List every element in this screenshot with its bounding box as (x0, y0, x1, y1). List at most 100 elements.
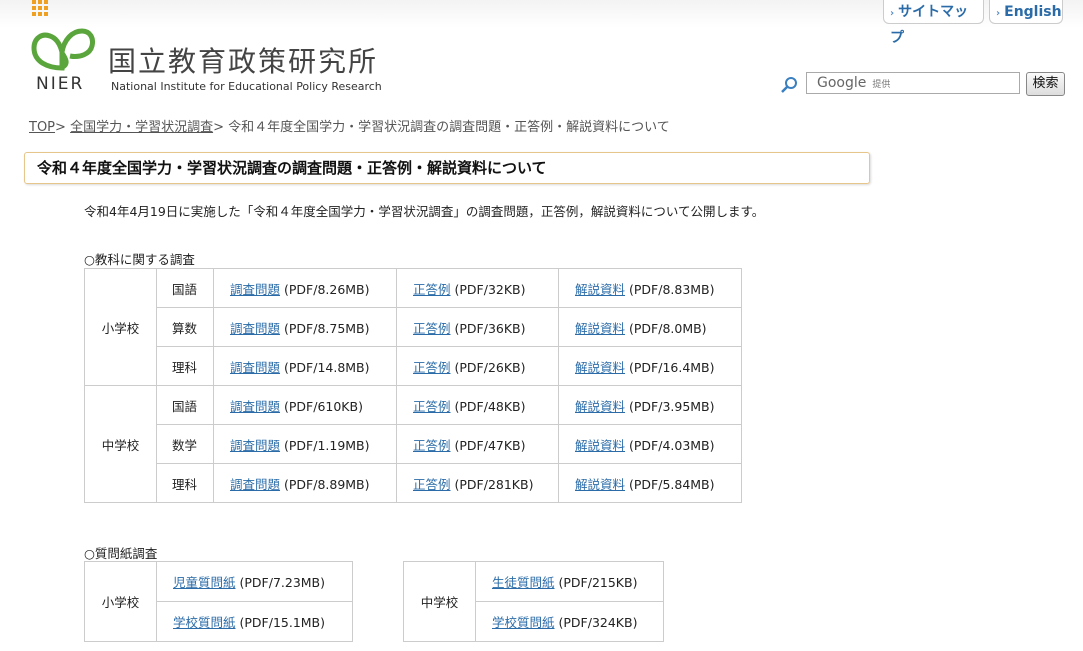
file-size: (PDF/16.4MB) (629, 359, 715, 375)
problem-cell: 調査問題 (PDF/610KB) (213, 385, 397, 425)
breadcrumb-current: 令和４年度全国学力・学習状況調査の調査問題・正答例・解説資料について (228, 120, 670, 135)
search-icon (781, 77, 797, 93)
answer-cell: 正答例 (PDF/36KB) (396, 307, 559, 347)
file-size: (PDF/8.75MB) (284, 320, 370, 336)
chevron-right-icon: › (890, 8, 895, 19)
file-size: (PDF/8.26MB) (284, 281, 370, 297)
commentary-link[interactable]: 解説資料 (575, 282, 625, 297)
answer-link[interactable]: 正答例 (413, 282, 451, 297)
answer-cell: 正答例 (PDF/32KB) (396, 268, 559, 308)
commentary-link[interactable]: 解説資料 (575, 477, 625, 492)
problem-cell: 調査問題 (PDF/8.75MB) (213, 307, 397, 347)
file-size: (PDF/47KB) (454, 437, 526, 453)
org-name-ja[interactable]: 国立教育政策研究所 (108, 40, 378, 80)
questionnaire-link[interactable]: 学校質問紙 (492, 615, 555, 630)
table-row: 小学校 児童質問紙 (PDF/7.23MB) (84, 561, 353, 642)
breadcrumb-survey-link[interactable]: 全国学力・学習状況調査 (70, 120, 213, 135)
questionnaire-section-title: ○質問紙調査 (84, 546, 158, 561)
file-size: (PDF/15.1MB) (239, 615, 326, 630)
commentary-link[interactable]: 解説資料 (575, 360, 625, 375)
file-size: (PDF/14.8MB) (284, 359, 370, 375)
file-size: (PDF/8.0MB) (629, 320, 707, 336)
answer-cell: 正答例 (PDF/26KB) (396, 346, 559, 386)
problem-cell: 調査問題 (PDF/1.19MB) (213, 424, 397, 464)
subject-cell: 国語 (156, 268, 214, 308)
file-size: (PDF/26KB) (454, 359, 526, 375)
chevron-right-icon: › (996, 8, 1001, 19)
intro-text: 令和4年4月19日に実施した「令和４年度全国学力・学習状況調査」の調査問題，正答… (84, 204, 765, 219)
file-size: (PDF/48KB) (454, 398, 526, 414)
commentary-cell: 解説資料 (PDF/4.03MB) (558, 424, 742, 464)
problem-link[interactable]: 調査問題 (230, 321, 280, 336)
commentary-link[interactable]: 解説資料 (575, 321, 625, 336)
subject-cell: 理科 (156, 346, 214, 386)
commentary-cell: 解説資料 (PDF/16.4MB) (558, 346, 742, 386)
sitemap-link[interactable]: › サイトマップ (883, 0, 984, 46)
search-button[interactable]: 検索 (1026, 72, 1065, 96)
commentary-cell: 解説資料 (PDF/8.83MB) (558, 268, 742, 308)
questionnaire-cell: 学校質問紙 (PDF/15.1MB) (156, 601, 353, 642)
table-row: 数学 調査問題 (PDF/1.19MB) 正答例 (PDF/47KB) 解説資料 (P… (85, 424, 742, 464)
search-input[interactable]: Google 提供 (806, 72, 1020, 94)
questionnaire-cell: 生徒質問紙 (PDF/215KB) (475, 561, 664, 602)
subject-cell: 数学 (156, 424, 214, 464)
org-name-en: National Institute for Educational Polic… (111, 80, 382, 93)
commentary-cell: 解説資料 (PDF/5.84MB) (558, 463, 742, 503)
table-row: 理科 調査問題 (PDF/14.8MB) 正答例 (PDF/26KB) 解説資料 (P… (85, 346, 742, 386)
file-size: (PDF/281KB) (454, 476, 534, 492)
answer-link[interactable]: 正答例 (413, 477, 451, 492)
school-level-cell: 中学校 (403, 561, 476, 642)
answer-cell: 正答例 (PDF/47KB) (396, 424, 559, 464)
page-title: 令和４年度全国学力・学習状況調査の調査問題・正答例・解説資料について (24, 152, 870, 184)
answer-link[interactable]: 正答例 (413, 321, 451, 336)
questionnaire-link[interactable]: 生徒質問紙 (492, 575, 555, 590)
questionnaire-link[interactable]: 児童質問紙 (173, 575, 236, 590)
commentary-cell: 解説資料 (PDF/8.0MB) (558, 307, 742, 347)
file-size: (PDF/36KB) (454, 320, 526, 336)
problem-link[interactable]: 調査問題 (230, 360, 280, 375)
subjects-table: 小学校 国語 調査問題 (PDF/8.26MB) 正答例 (PDF/32KB) 解説資料… (84, 268, 742, 503)
nier-logo-icon[interactable] (28, 28, 96, 74)
questionnaire-link[interactable]: 学校質問紙 (173, 615, 236, 630)
subject-cell: 理科 (156, 463, 214, 503)
commentary-link[interactable]: 解説資料 (575, 438, 625, 453)
problem-cell: 調査問題 (PDF/14.8MB) (213, 346, 397, 386)
answer-link[interactable]: 正答例 (413, 360, 451, 375)
problem-link[interactable]: 調査問題 (230, 399, 280, 414)
table-row: 理科 調査問題 (PDF/8.89MB) 正答例 (PDF/281KB) 解説資料 (… (85, 463, 742, 503)
breadcrumb-separator: > (55, 120, 66, 135)
problem-link[interactable]: 調査問題 (230, 438, 280, 453)
questionnaire-elementary-table: 小学校 児童質問紙 (PDF/7.23MB) 学校質問紙 (PDF/15.1MB) (84, 561, 353, 642)
questionnaire-cell: 児童質問紙 (PDF/7.23MB) (156, 561, 353, 602)
file-size: (PDF/5.84MB) (629, 476, 715, 492)
file-size: (PDF/4.03MB) (629, 437, 715, 453)
file-size: (PDF/215KB) (558, 575, 638, 590)
problem-link[interactable]: 調査問題 (230, 282, 280, 297)
file-size: (PDF/3.95MB) (629, 398, 715, 414)
table-row: 中学校 国語 調査問題 (PDF/610KB) 正答例 (PDF/48KB) 解説資料 … (84, 385, 742, 503)
problem-link[interactable]: 調査問題 (230, 477, 280, 492)
answer-cell: 正答例 (PDF/48KB) (396, 385, 559, 425)
table-row: 中学校 生徒質問紙 (PDF/215KB) (403, 561, 664, 642)
table-row: 小学校 国語 調査問題 (PDF/8.26MB) 正答例 (PDF/32KB) 解説資料… (84, 268, 742, 386)
answer-link[interactable]: 正答例 (413, 399, 451, 414)
english-link[interactable]: › English (989, 0, 1063, 24)
commentary-link[interactable]: 解説資料 (575, 399, 625, 414)
subjects-section-title: ○教科に関する調査 (84, 252, 195, 267)
file-size: (PDF/1.19MB) (284, 437, 370, 453)
file-size: (PDF/610KB) (284, 398, 363, 414)
answer-link[interactable]: 正答例 (413, 438, 451, 453)
file-size: (PDF/32KB) (454, 281, 526, 297)
subject-cell: 国語 (156, 385, 214, 425)
questionnaire-junior-high-table: 中学校 生徒質問紙 (PDF/215KB) 学校質問紙 (PDF/324KB) (403, 561, 664, 642)
breadcrumb-top-link[interactable]: TOP (29, 120, 55, 135)
breadcrumb-separator: > (213, 120, 224, 135)
breadcrumb: TOP> 全国学力・学習状況調査> 令和４年度全国学力・学習状況調査の調査問題・… (29, 116, 670, 135)
logo-text: NIER (36, 74, 85, 94)
answer-cell: 正答例 (PDF/281KB) (396, 463, 559, 503)
search-placeholder-sub: 提供 (872, 80, 891, 90)
questionnaire-cell: 学校質問紙 (PDF/324KB) (475, 601, 664, 642)
table-row: 算数 調査問題 (PDF/8.75MB) 正答例 (PDF/36KB) 解説資料 (P… (85, 307, 742, 347)
search-placeholder: Google (817, 75, 867, 91)
file-size: (PDF/8.89MB) (284, 476, 370, 492)
